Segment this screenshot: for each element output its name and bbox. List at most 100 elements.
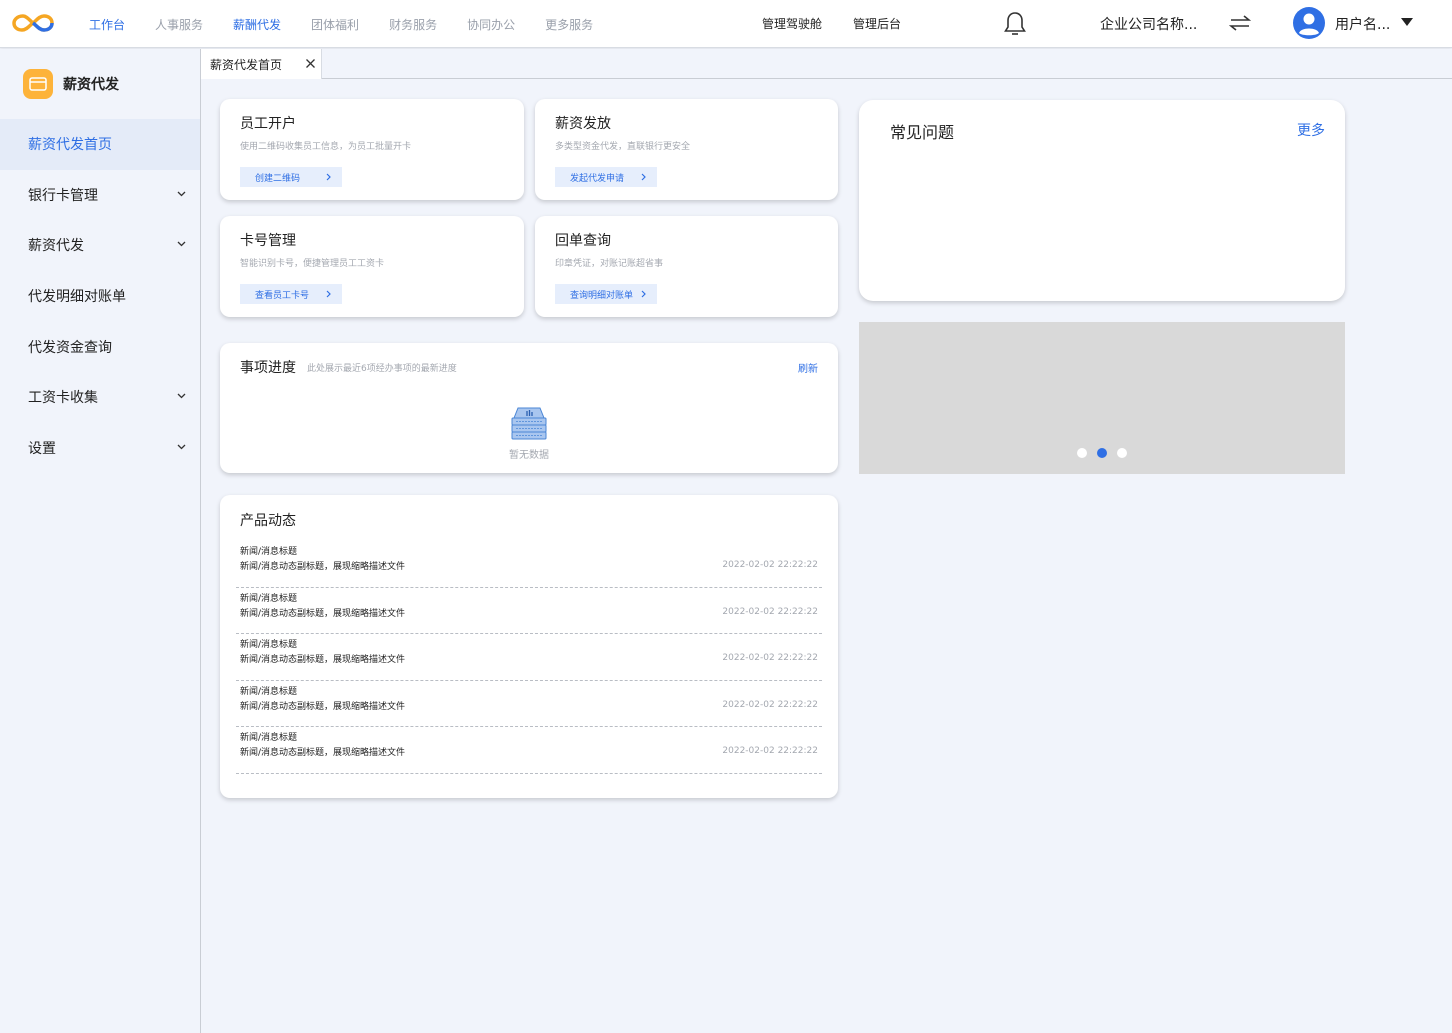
chevron-down-icon [177,393,186,399]
quick-card-card-number: 卡号管理 智能识别卡号，便捷管理员工工资卡 查看员工卡号 [220,216,524,317]
sidebar-menu: 薪资代发首页 银行卡管理 薪资代发 代发明细对账单 代发资金查询 工资卡收集 设… [0,119,200,473]
wallet-icon [23,69,53,99]
admin-link[interactable]: 管理后台 [853,15,901,32]
button-label: 查看员工卡号 [255,290,310,301]
news-headline: 新闻/消息标题 [240,686,298,697]
news-summary: 新闻/消息动态副标题，展现缩略描述文件 [240,608,406,619]
empty-data-icon [511,407,547,440]
quick-card-salary-payout: 薪资发放 多类型资金代发，直联银行更安全 发起代发申请 [535,99,838,200]
quick-card-desc: 多类型资金代发，直联银行更安全 [555,142,691,152]
sidebar-item-statement[interactable]: 代发明细对账单 [0,271,200,322]
sidebar-item-payroll[interactable]: 薪资代发 [0,220,200,271]
switch-arrows-icon[interactable] [1229,14,1251,32]
main-nav: 工作台 人事服务 薪酬代发 团体福利 财务服务 协同办公 更多服务 [89,0,623,48]
news-title: 产品动态 [240,513,296,529]
button-label: 发起代发申请 [570,173,625,184]
chevron-right-icon [641,290,646,298]
username[interactable]: 用户名... [1335,14,1390,34]
news-list: 新闻/消息标题 新闻/消息动态副标题，展现缩略描述文件 2022-02-02 2… [236,541,822,774]
chevron-right-icon [641,173,646,181]
carousel-dot-2[interactable] [1097,448,1107,458]
news-headline: 新闻/消息标题 [240,547,298,557]
quick-card-receipt-query: 回单查询 印章凭证，对账记账超省事 查询明细对账单 [535,216,838,317]
carousel-dots [859,448,1345,458]
infinity-logo-icon[interactable] [12,11,54,35]
news-item[interactable]: 新闻/消息标题 新闻/消息动态副标题，展现缩略描述文件 2022-02-02 2… [236,541,822,588]
news-time: 2022-02-02 22:22:22 [722,746,818,757]
start-payout-button[interactable]: 发起代发申请 [555,167,657,187]
tab-bar: 薪资代发首页 [201,49,1452,79]
sidebar-item-bank-card[interactable]: 银行卡管理 [0,170,200,221]
sidebar-item-label: 设置 [28,440,56,457]
news-summary: 新闻/消息动态副标题，展现缩略描述文件 [240,655,406,666]
sidebar-item-payroll-home[interactable]: 薪资代发首页 [0,119,200,170]
refresh-link[interactable]: 刷新 [798,360,818,375]
chevron-right-icon [326,290,331,298]
nav-workbench[interactable]: 工作台 [89,16,125,33]
nav-collaboration[interactable]: 协同办公 [467,16,515,33]
sidebar-item-card-collect[interactable]: 工资卡收集 [0,372,200,423]
sidebar-item-label: 薪资代发首页 [28,137,112,154]
quick-card-desc: 智能识别卡号，便捷管理员工工资卡 [240,259,385,269]
quick-card-employee-account: 员工开户 使用二维码收集员工信息，为员工批量开卡 创建二维码 [220,99,524,200]
news-summary: 新闻/消息动态副标题，展现缩略描述文件 [240,748,406,759]
top-bar: 工作台 人事服务 薪酬代发 团体福利 财务服务 协同办公 更多服务 管理驾驶舱 … [0,0,1452,48]
news-headline: 新闻/消息标题 [240,593,298,604]
faq-more-link[interactable]: 更多 [1297,120,1325,140]
create-qrcode-button[interactable]: 创建二维码 [240,167,342,187]
faq-title: 常见问题 [890,123,955,142]
news-summary: 新闻/消息动态副标题，展现缩略描述文件 [240,562,406,572]
carousel-dot-3[interactable] [1117,448,1127,458]
carousel-dot-1[interactable] [1077,448,1087,458]
avatar-icon[interactable] [1293,7,1325,39]
sidebar-header: 薪资代发 [23,69,119,99]
sidebar-title: 薪资代发 [63,77,119,93]
news-time: 2022-02-02 22:22:22 [722,699,818,710]
sidebar-item-label: 银行卡管理 [28,187,98,204]
chevron-down-icon [177,191,186,197]
sidebar-item-fund-query[interactable]: 代发资金查询 [0,321,200,372]
quick-card-title: 员工开户 [240,116,296,132]
query-statement-button[interactable]: 查询明细对账单 [555,284,657,304]
banner-carousel[interactable] [859,322,1345,474]
news-item[interactable]: 新闻/消息标题 新闻/消息动态副标题，展现缩略描述文件 2022-02-02 2… [236,588,822,635]
progress-card: 事项进度 此处展示最近6项经办事项的最新进度 刷新 暂无数据 [220,343,838,473]
tab-payroll-home[interactable]: 薪资代发首页 [201,49,322,79]
tab-label: 薪资代发首页 [210,57,283,72]
news-item[interactable]: 新闻/消息标题 新闻/消息动态副标题，展现缩略描述文件 2022-02-02 2… [236,681,822,728]
button-label: 查询明细对账单 [570,290,634,301]
caret-down-icon[interactable] [1400,17,1414,27]
quick-card-title: 回单查询 [555,233,611,249]
company-name[interactable]: 企业公司名称... [1100,14,1197,34]
cockpit-link[interactable]: 管理驾驶舱 [762,15,822,32]
progress-title: 事项进度 [240,360,296,376]
quick-card-title: 卡号管理 [240,233,296,249]
news-item[interactable]: 新闻/消息标题 新闻/消息动态副标题，展现缩略描述文件 2022-02-02 2… [236,727,822,774]
nav-more-services[interactable]: 更多服务 [545,16,593,33]
chevron-down-icon [177,241,186,247]
news-time: 2022-02-02 22:22:22 [722,560,818,570]
quick-card-desc: 印章凭证，对账记账超省事 [555,259,664,269]
sidebar-item-label: 代发明细对账单 [28,289,126,306]
nav-payroll[interactable]: 薪酬代发 [233,16,281,33]
sidebar-item-label: 薪资代发 [28,238,84,255]
nav-hr-service[interactable]: 人事服务 [155,16,203,33]
nav-group-welfare[interactable]: 团体福利 [311,16,359,33]
view-card-number-button[interactable]: 查看员工卡号 [240,284,342,304]
sidebar-item-settings[interactable]: 设置 [0,423,200,474]
quick-card-desc: 使用二维码收集员工信息，为员工批量开卡 [240,142,412,152]
nav-finance-service[interactable]: 财务服务 [389,16,437,33]
news-card: 产品动态 新闻/消息标题 新闻/消息动态副标题，展现缩略描述文件 2022-02… [220,495,838,798]
news-time: 2022-02-02 22:22:22 [722,653,818,664]
chevron-right-icon [326,173,331,181]
news-headline: 新闻/消息标题 [240,733,298,744]
progress-subtitle: 此处展示最近6项经办事项的最新进度 [307,364,457,374]
news-item[interactable]: 新闻/消息标题 新闻/消息动态副标题，展现缩略描述文件 2022-02-02 2… [236,634,822,681]
sidebar-item-label: 代发资金查询 [28,339,112,356]
close-icon[interactable] [305,58,316,69]
news-time: 2022-02-02 22:22:22 [722,606,818,617]
bell-icon[interactable] [1003,10,1027,38]
news-headline: 新闻/消息标题 [240,640,298,651]
sidebar-item-label: 工资卡收集 [28,390,98,407]
sidebar: 薪资代发 薪资代发首页 银行卡管理 薪资代发 代发明细对账单 代发资金查询 工资… [0,49,201,1033]
